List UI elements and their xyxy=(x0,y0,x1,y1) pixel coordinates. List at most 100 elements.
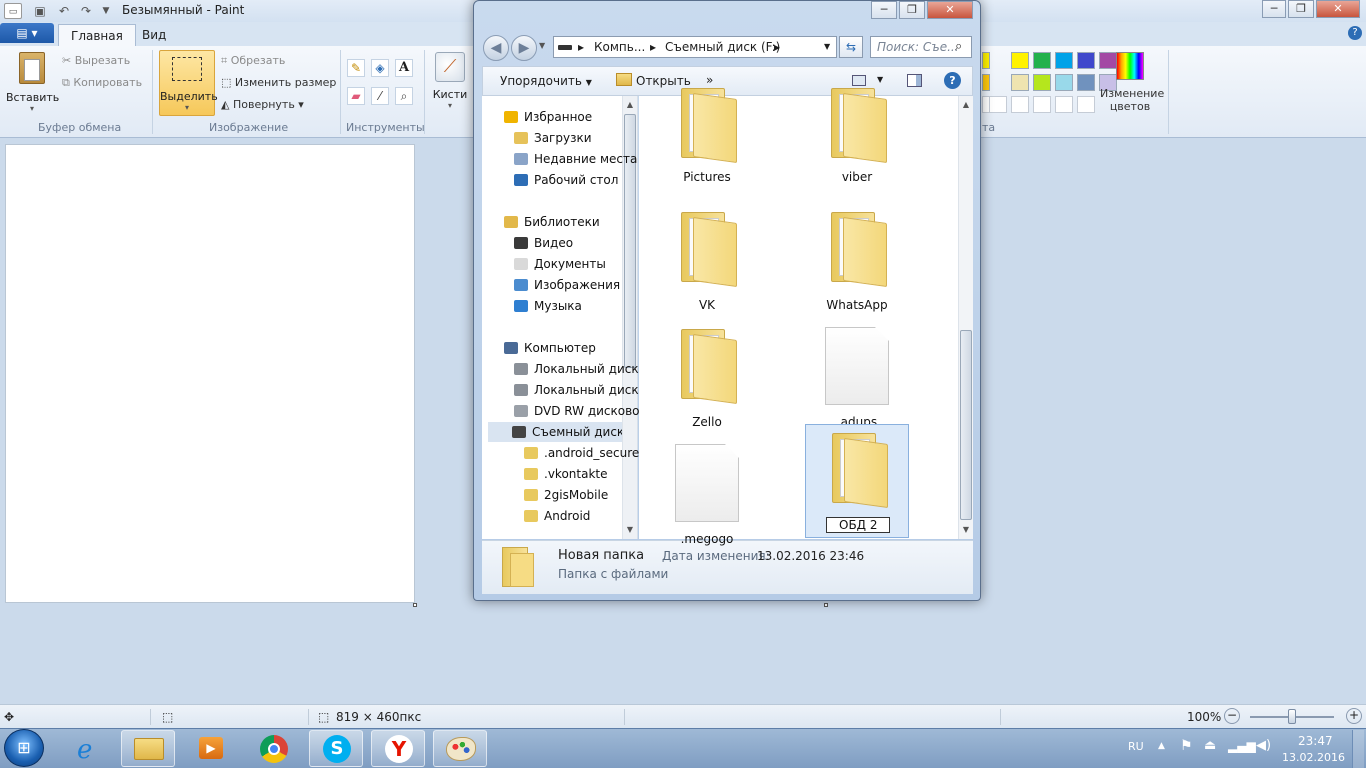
breadcrumb-computer[interactable]: Компь... xyxy=(594,40,645,54)
fill-bucket-icon[interactable]: ◈ xyxy=(371,59,389,77)
language-indicator[interactable]: RU xyxy=(1128,740,1144,753)
maximize-button[interactable]: ❐ xyxy=(1288,0,1314,18)
quick-access-dropdown-icon[interactable]: ▼ xyxy=(98,3,114,19)
search-box[interactable]: Поиск: Съе... ⌕ xyxy=(870,36,972,58)
nav-item[interactable]: Музыка xyxy=(514,296,654,316)
taskbar-internet-explorer[interactable]: e xyxy=(63,730,117,767)
color-swatch[interactable] xyxy=(1055,74,1073,91)
action-center-flag-icon[interactable]: ⚑ xyxy=(1180,738,1193,754)
folder-item[interactable]: WhatsApp xyxy=(805,204,909,316)
file-item[interactable]: .adups xyxy=(805,321,909,433)
volume-icon[interactable]: ◀) xyxy=(1256,738,1271,753)
canvas-resize-handle[interactable] xyxy=(413,603,417,607)
help-icon[interactable]: ? xyxy=(944,72,961,89)
folder-item[interactable]: ОБД 2 xyxy=(805,424,909,538)
nav-item[interactable]: Компьютер xyxy=(504,338,644,358)
cut-button[interactable]: ✂ Вырезать xyxy=(62,54,130,67)
brushes-button[interactable]: ⟋ Кисти ▾ xyxy=(430,52,470,114)
rename-input[interactable]: ОБД 2 xyxy=(826,517,890,533)
zoom-out-button[interactable]: − xyxy=(1224,708,1240,724)
forward-button[interactable]: ▶ xyxy=(511,35,537,61)
file-list-scroll-thumb[interactable] xyxy=(960,330,972,520)
color-picker-icon[interactable]: ⁄ xyxy=(371,87,389,105)
resize-button[interactable]: ⬚ Изменить размер xyxy=(221,76,336,89)
folder-item[interactable]: VK xyxy=(655,204,759,316)
start-button[interactable]: ⊞ xyxy=(4,729,44,767)
color-swatch-empty[interactable] xyxy=(1011,96,1029,113)
more-commands-button[interactable]: » xyxy=(706,73,713,87)
magnifier-icon[interactable]: ⌕ xyxy=(395,87,413,105)
taskbar-media-player[interactable]: ▶ xyxy=(183,730,237,767)
nav-item[interactable]: Локальный диск xyxy=(514,359,654,379)
select-button[interactable]: Выделить ▾ xyxy=(159,50,218,116)
color-swatch[interactable] xyxy=(982,74,990,91)
color-swatch-empty[interactable] xyxy=(1077,96,1095,113)
color-swatch[interactable] xyxy=(1055,52,1073,69)
change-view-icon[interactable] xyxy=(852,75,866,86)
pencil-icon[interactable]: ✎ xyxy=(347,59,365,77)
color-swatch-empty[interactable] xyxy=(1055,96,1073,113)
refresh-button[interactable]: ⇆ xyxy=(839,36,863,58)
file-item[interactable]: .megogo xyxy=(655,438,759,550)
color-swatch-empty[interactable] xyxy=(1033,96,1051,113)
color-swatch[interactable] xyxy=(1077,52,1095,69)
back-button[interactable]: ◀ xyxy=(483,35,509,61)
help-icon[interactable]: ? xyxy=(1348,26,1362,40)
taskbar-windows-explorer[interactable] xyxy=(121,730,175,767)
nav-item[interactable]: Рабочий стол xyxy=(514,170,654,190)
nav-item[interactable]: Изображения xyxy=(514,275,654,295)
nav-item[interactable]: Видео xyxy=(514,233,654,253)
tab-home[interactable]: Главная xyxy=(58,24,136,46)
recent-pages-dropdown-icon[interactable]: ▼ xyxy=(539,41,545,50)
eraser-icon[interactable]: ▰ xyxy=(347,87,365,105)
color-swatch[interactable] xyxy=(1033,52,1051,69)
copy-button[interactable]: ⧉ Копировать xyxy=(62,76,142,90)
zoom-slider-thumb[interactable] xyxy=(1288,709,1296,724)
scroll-down-icon[interactable]: ▼ xyxy=(959,523,973,537)
preview-pane-icon[interactable] xyxy=(907,74,922,87)
file-list-scrollbar[interactable]: ▲ ▼ xyxy=(958,96,973,539)
clock-date[interactable]: 13.02.2016 xyxy=(1282,751,1345,764)
canvas-resize-handle[interactable] xyxy=(824,603,828,607)
folder-item[interactable]: Pictures xyxy=(655,88,759,188)
folder-item[interactable]: viber xyxy=(805,88,909,188)
color-swatch[interactable] xyxy=(1011,52,1029,69)
taskbar-yandex[interactable]: Y xyxy=(371,730,425,767)
nav-item[interactable]: .vkontakte xyxy=(524,464,664,484)
taskbar-skype[interactable]: S xyxy=(309,730,363,767)
clock-time[interactable]: 23:47 xyxy=(1298,734,1333,748)
close-button[interactable]: ✕ xyxy=(1316,0,1360,18)
safely-remove-hardware-icon[interactable]: ⏏ xyxy=(1204,738,1216,753)
show-desktop-button[interactable] xyxy=(1352,730,1364,768)
breadcrumb-removable-disk[interactable]: Съемный диск (F:) xyxy=(665,40,780,54)
explorer-close-button[interactable]: ✕ xyxy=(927,1,973,19)
show-hidden-icons-icon[interactable]: ▲ xyxy=(1158,741,1165,751)
nav-item[interactable]: DVD RW дисково xyxy=(514,401,654,421)
rotate-button[interactable]: ◭ Повернуть ▾ xyxy=(221,98,304,111)
address-dropdown-icon[interactable]: ▼ xyxy=(824,42,830,51)
nav-item[interactable]: Съемный диск ( xyxy=(488,422,622,442)
redo-icon[interactable]: ↷ xyxy=(78,3,94,19)
tab-view[interactable]: Вид xyxy=(130,24,178,46)
undo-icon[interactable]: ↶ xyxy=(56,3,72,19)
color-swatch[interactable] xyxy=(1033,74,1051,91)
paint-canvas[interactable] xyxy=(5,144,415,603)
nav-item[interactable]: Локальный диск xyxy=(514,380,654,400)
save-icon[interactable]: ▣ xyxy=(32,3,48,19)
nav-item[interactable]: 2gisMobile xyxy=(524,485,664,505)
nav-item[interactable]: Библиотеки xyxy=(504,212,644,232)
explorer-minimize-button[interactable]: ─ xyxy=(871,1,897,19)
organize-button[interactable]: Упорядочить ▼ xyxy=(500,74,592,88)
nav-item[interactable]: Android xyxy=(524,506,664,526)
zoom-in-button[interactable]: + xyxy=(1346,708,1362,724)
open-button[interactable]: Открыть xyxy=(636,74,691,88)
color-swatch-empty[interactable] xyxy=(989,96,1007,113)
view-dropdown-icon[interactable]: ▼ xyxy=(877,75,883,84)
taskbar-paint[interactable] xyxy=(433,730,487,767)
address-bar[interactable]: ▸ Компь... ▸ Съемный диск (F:) ▸ ▼ xyxy=(553,36,837,58)
color-swatch[interactable] xyxy=(1011,74,1029,91)
color-swatch[interactable] xyxy=(1077,74,1095,91)
nav-item[interactable]: Документы xyxy=(514,254,654,274)
color-swatch[interactable] xyxy=(982,52,990,69)
text-tool-icon[interactable]: A xyxy=(395,59,413,77)
